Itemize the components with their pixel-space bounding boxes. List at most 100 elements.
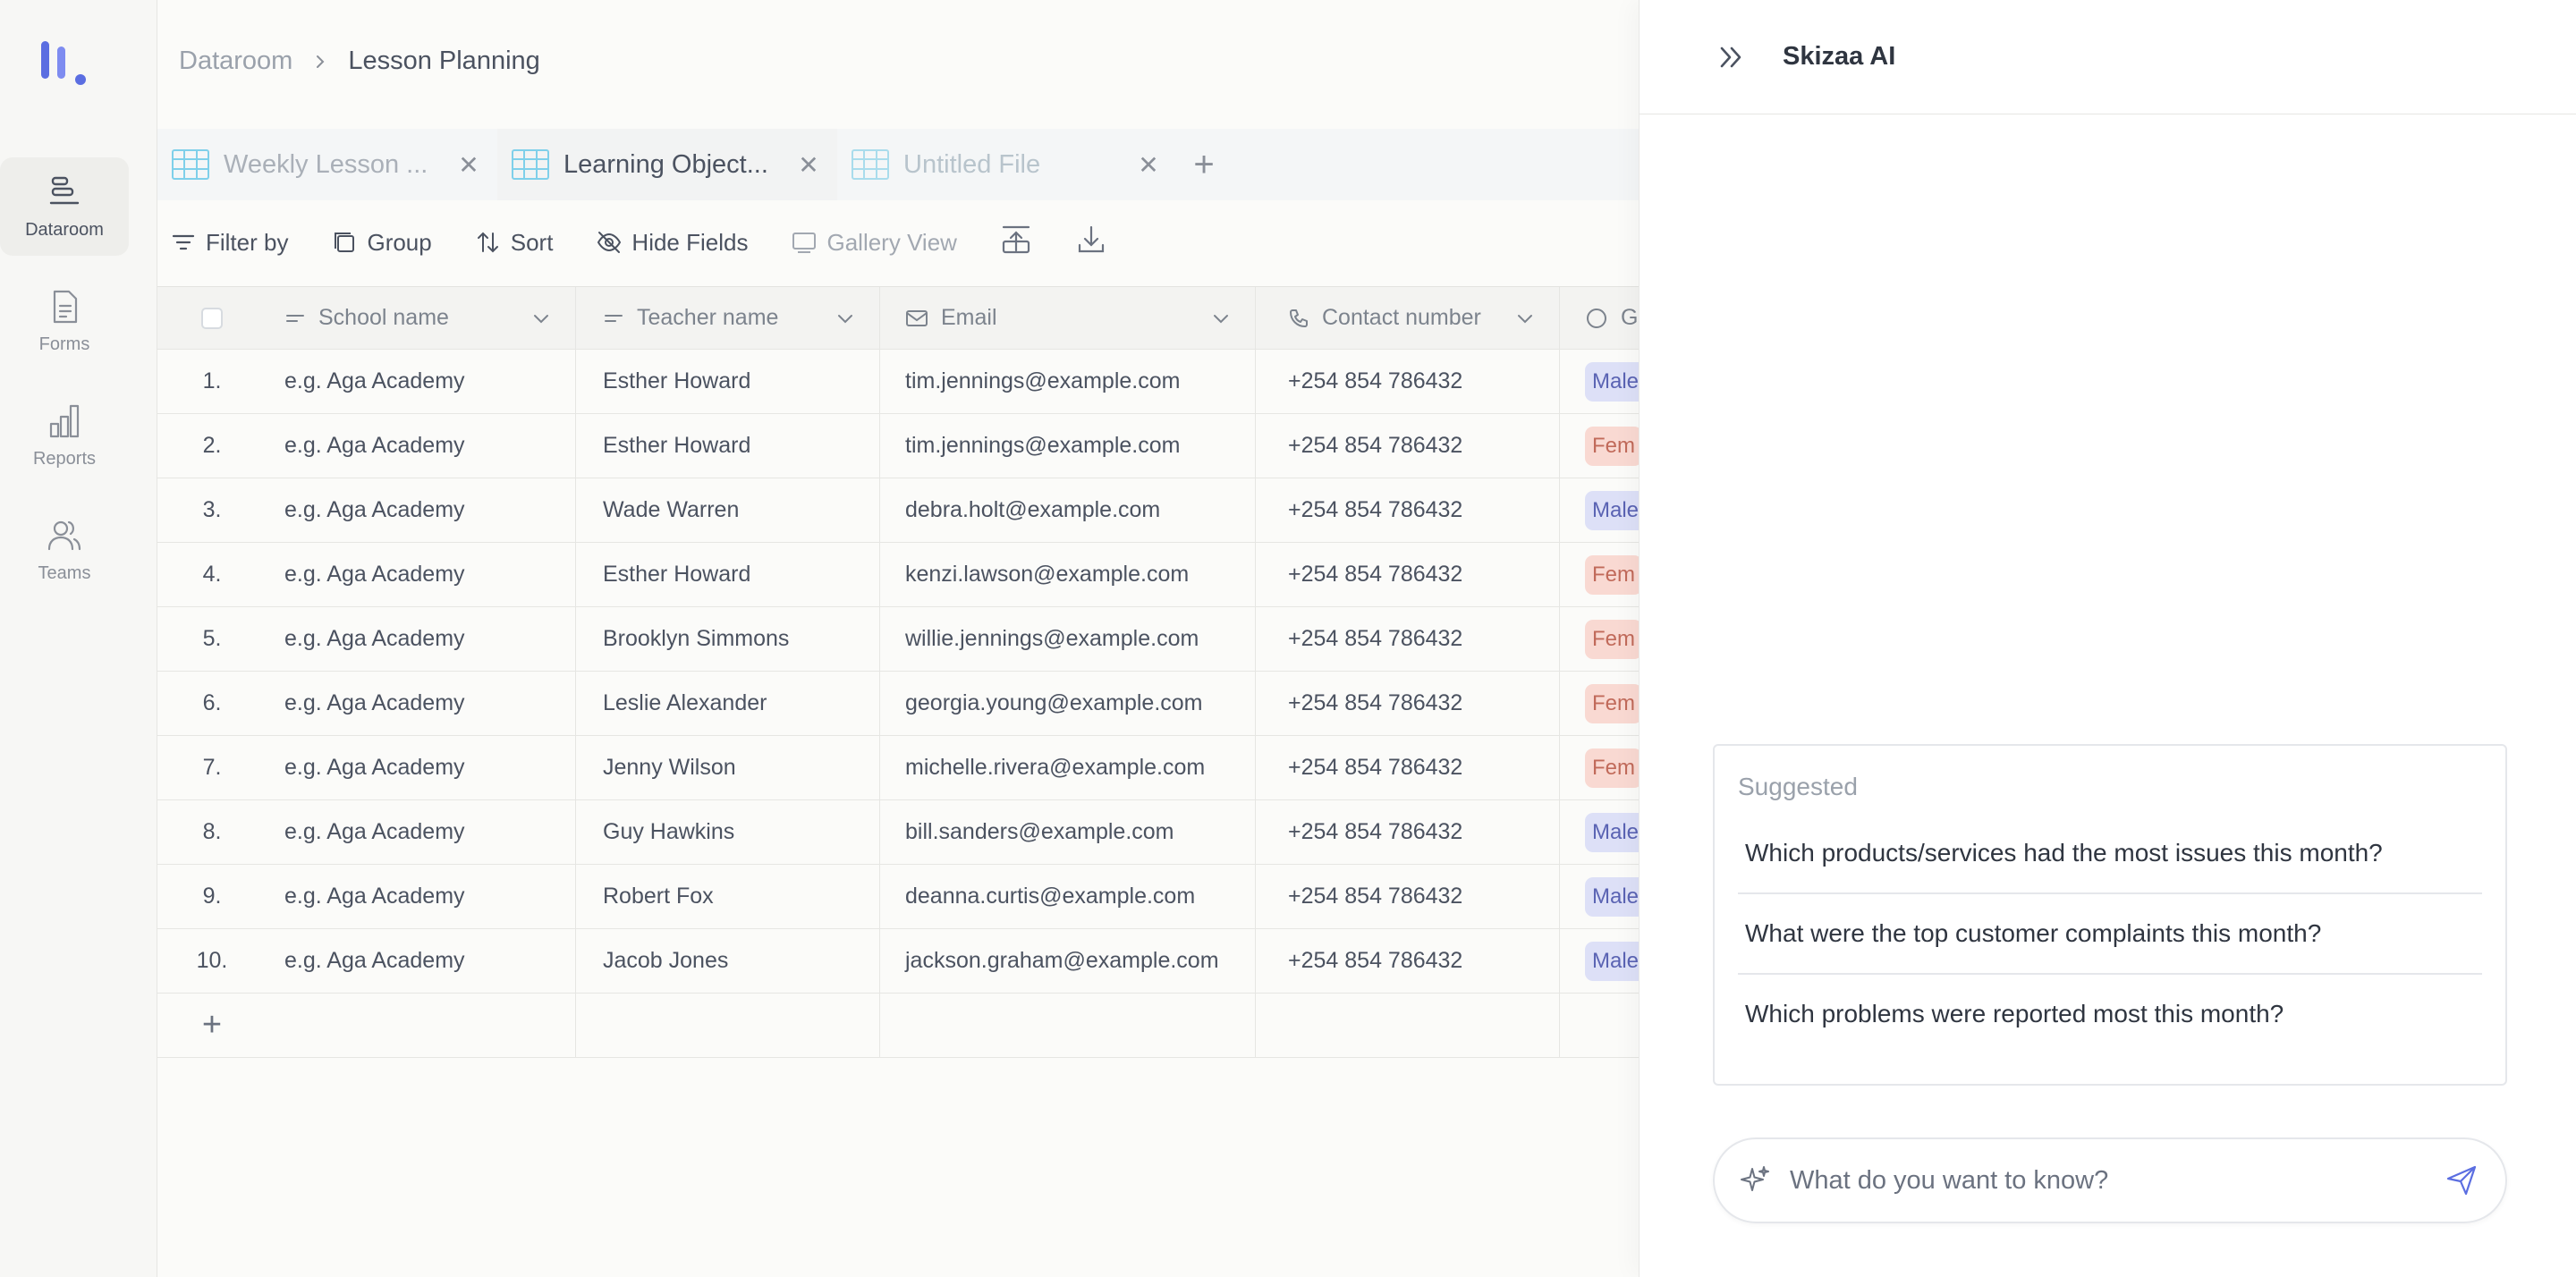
gender-cell[interactable]: Fem (1560, 672, 1639, 735)
import-button[interactable] (1000, 224, 1032, 262)
close-icon[interactable]: ✕ (451, 150, 487, 180)
email-cell[interactable]: bill.sanders@example.com (880, 800, 1256, 864)
table-row[interactable]: 6. e.g. Aga Academy Leslie Alexander georgi… (157, 672, 1639, 736)
gender-cell[interactable]: Fem (1560, 414, 1639, 478)
table-row[interactable]: 10. e.g. Aga Academy Jacob Jones jackson.gr… (157, 929, 1639, 994)
table-row[interactable]: 8. e.g. Aga Academy Guy Hawkins bill.sander… (157, 800, 1639, 865)
school-cell[interactable]: e.g. Aga Academy (267, 672, 576, 735)
teacher-cell[interactable]: Guy Hawkins (576, 800, 880, 864)
contact-cell[interactable]: +254 854 786432 (1256, 800, 1560, 864)
close-icon[interactable]: ✕ (791, 150, 826, 180)
column-header-teacher[interactable]: Teacher name (576, 287, 880, 349)
send-icon[interactable] (2445, 1163, 2479, 1197)
table-row[interactable]: 2. e.g. Aga Academy Esther Howard tim.jenni… (157, 414, 1639, 478)
tab-weekly-lesson[interactable]: Weekly Lesson ... ✕ (157, 129, 497, 200)
add-tab-button[interactable]: + (1177, 145, 1231, 185)
table-row[interactable]: 1. e.g. Aga Academy Esther Howard tim.jenni… (157, 350, 1639, 414)
collapse-panel-icon[interactable] (1715, 41, 1747, 73)
teacher-cell[interactable]: Robert Fox (576, 865, 880, 928)
chevron-down-icon[interactable] (1514, 308, 1536, 329)
email-cell[interactable]: willie.jennings@example.com (880, 607, 1256, 671)
sidebar-item-teams[interactable]: Teams (0, 501, 129, 599)
contact-cell[interactable]: +254 854 786432 (1256, 543, 1560, 606)
table-row[interactable]: 5. e.g. Aga Academy Brooklyn Simmons willie… (157, 607, 1639, 672)
email-cell[interactable]: deanna.curtis@example.com (880, 865, 1256, 928)
filter-button[interactable]: Filter by (170, 229, 288, 257)
suggestion-item[interactable]: Which problems were reported most this m… (1738, 975, 2482, 1053)
gender-cell[interactable]: Fem (1560, 607, 1639, 671)
column-header-school[interactable]: School name (267, 287, 576, 349)
contact-cell[interactable]: +254 854 786432 (1256, 865, 1560, 928)
sort-button[interactable]: Sort (475, 229, 553, 257)
email-cell[interactable]: michelle.rivera@example.com (880, 736, 1256, 799)
email-cell[interactable]: tim.jennings@example.com (880, 350, 1256, 413)
tab-label: Weekly Lesson ... (224, 149, 428, 179)
chat-input[interactable] (1790, 1165, 2427, 1196)
email-cell[interactable]: kenzi.lawson@example.com (880, 543, 1256, 606)
teacher-cell[interactable]: Esther Howard (576, 350, 880, 413)
add-row-button[interactable]: + (157, 994, 267, 1057)
table-row[interactable]: 4. e.g. Aga Academy Esther Howard kenzi.law… (157, 543, 1639, 607)
column-header-gender[interactable]: G (1560, 287, 1639, 349)
gender-cell[interactable]: Male (1560, 929, 1639, 993)
contact-cell[interactable]: +254 854 786432 (1256, 350, 1560, 413)
teacher-cell[interactable]: Jacob Jones (576, 929, 880, 993)
sidebar-item-dataroom[interactable]: Dataroom (0, 157, 129, 256)
table-row[interactable]: 7. e.g. Aga Academy Jenny Wilson michelle.r… (157, 736, 1639, 800)
school-cell[interactable]: e.g. Aga Academy (267, 865, 576, 928)
school-cell[interactable]: e.g. Aga Academy (267, 607, 576, 671)
email-cell[interactable]: jackson.graham@example.com (880, 929, 1256, 993)
teacher-cell[interactable]: Brooklyn Simmons (576, 607, 880, 671)
contact-cell[interactable]: +254 854 786432 (1256, 929, 1560, 993)
school-cell[interactable]: e.g. Aga Academy (267, 736, 576, 799)
school-cell[interactable]: e.g. Aga Academy (267, 800, 576, 864)
close-icon[interactable]: ✕ (1131, 150, 1166, 180)
table-row[interactable]: 9. e.g. Aga Academy Robert Fox deanna.curti… (157, 865, 1639, 929)
school-cell[interactable]: e.g. Aga Academy (267, 478, 576, 542)
email-cell[interactable]: debra.holt@example.com (880, 478, 1256, 542)
app-logo[interactable] (39, 39, 93, 93)
school-cell[interactable]: e.g. Aga Academy (267, 414, 576, 478)
teacher-cell[interactable]: Esther Howard (576, 543, 880, 606)
gender-cell[interactable]: Fem (1560, 543, 1639, 606)
chevron-down-icon[interactable] (835, 308, 856, 329)
gender-cell[interactable]: Fem (1560, 736, 1639, 799)
group-button[interactable]: Group (331, 229, 432, 257)
contact-cell[interactable]: +254 854 786432 (1256, 414, 1560, 478)
teacher-cell[interactable]: Jenny Wilson (576, 736, 880, 799)
breadcrumb-root[interactable]: Dataroom (179, 47, 292, 76)
download-button[interactable] (1075, 224, 1107, 262)
school-cell[interactable]: e.g. Aga Academy (267, 543, 576, 606)
forms-icon (53, 290, 78, 323)
teacher-cell[interactable]: Esther Howard (576, 414, 880, 478)
email-cell[interactable]: georgia.young@example.com (880, 672, 1256, 735)
gallery-view-button[interactable]: Gallery View (791, 229, 957, 257)
chevron-down-icon[interactable] (1210, 308, 1232, 329)
gender-cell[interactable]: Male (1560, 865, 1639, 928)
gender-cell[interactable]: Male (1560, 350, 1639, 413)
suggestion-item[interactable]: Which products/services had the most iss… (1738, 814, 2482, 894)
school-cell[interactable]: e.g. Aga Academy (267, 350, 576, 413)
select-all[interactable] (157, 287, 267, 349)
chevron-down-icon[interactable] (530, 308, 552, 329)
select-all-checkbox[interactable] (201, 307, 223, 329)
tab-untitled-file[interactable]: Untitled File ✕ (837, 129, 1177, 200)
tab-learning-objectives[interactable]: Learning Object... ✕ (497, 129, 837, 200)
contact-cell[interactable]: +254 854 786432 (1256, 672, 1560, 735)
sidebar-item-forms[interactable]: Forms (0, 272, 129, 370)
contact-cell[interactable]: +254 854 786432 (1256, 736, 1560, 799)
teacher-cell[interactable]: Leslie Alexander (576, 672, 880, 735)
teacher-cell[interactable]: Wade Warren (576, 478, 880, 542)
hide-fields-button[interactable]: Hide Fields (596, 229, 748, 257)
column-header-contact[interactable]: Contact number (1256, 287, 1560, 349)
gender-cell[interactable]: Male (1560, 478, 1639, 542)
contact-cell[interactable]: +254 854 786432 (1256, 607, 1560, 671)
email-cell[interactable]: tim.jennings@example.com (880, 414, 1256, 478)
contact-cell[interactable]: +254 854 786432 (1256, 478, 1560, 542)
table-row[interactable]: 3. e.g. Aga Academy Wade Warren debra.holt@… (157, 478, 1639, 543)
sidebar-item-reports[interactable]: Reports (0, 386, 129, 485)
suggestion-item[interactable]: What were the top customer complaints th… (1738, 894, 2482, 975)
school-cell[interactable]: e.g. Aga Academy (267, 929, 576, 993)
gender-cell[interactable]: Male (1560, 800, 1639, 864)
column-header-email[interactable]: Email (880, 287, 1256, 349)
